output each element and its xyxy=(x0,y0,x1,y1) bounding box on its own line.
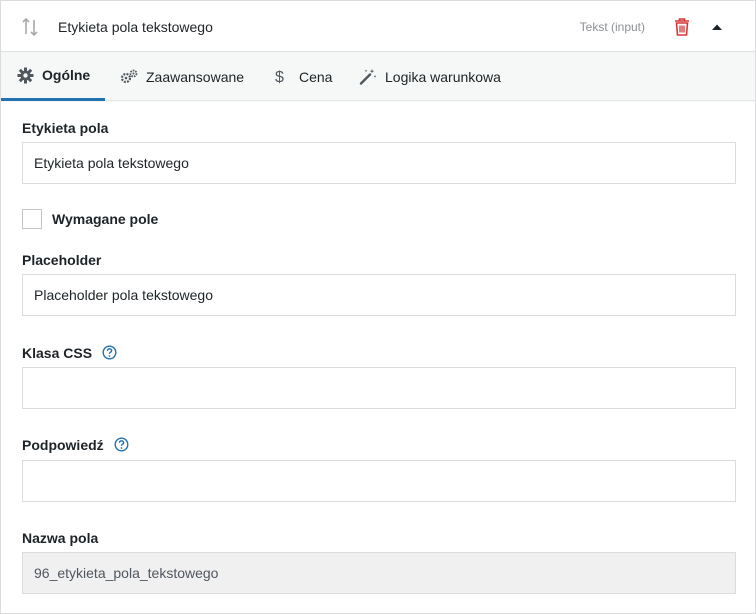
help-icon[interactable] xyxy=(114,437,129,452)
field-type-label: Tekst (input) xyxy=(579,20,645,34)
field-settings-panel: Etykieta pola tekstowego Tekst (input) O… xyxy=(0,0,756,614)
placeholder-input[interactable] xyxy=(22,274,736,316)
dollar-icon: $ xyxy=(275,69,284,85)
css-class-label: Klasa CSS xyxy=(22,345,117,361)
css-class-label-text: Klasa CSS xyxy=(22,345,93,361)
field-header[interactable]: Etykieta pola tekstowego Tekst (input) xyxy=(1,1,755,52)
settings-tabs: Ogólne Zaawansowane $ Cena Logika warunk… xyxy=(1,52,755,101)
field-label-input[interactable] xyxy=(22,142,736,184)
tab-price-label: Cena xyxy=(299,68,333,85)
help-icon[interactable] xyxy=(102,345,117,360)
tab-general[interactable]: Ogólne xyxy=(1,52,105,101)
tab-content-general: Etykieta pola Wymagane pole Placeholder … xyxy=(1,102,755,613)
sort-arrows-icon[interactable] xyxy=(21,17,39,37)
gear-icon xyxy=(17,67,34,83)
hint-label: Podpowiedź xyxy=(22,437,129,453)
hint-label-text: Podpowiedź xyxy=(22,437,104,453)
field-name-label: Nazwa pola xyxy=(22,530,99,546)
css-class-input[interactable] xyxy=(22,367,736,409)
tab-advanced-label: Zaawansowane xyxy=(146,68,245,85)
field-label-label: Etykieta pola xyxy=(22,120,109,136)
hint-input[interactable] xyxy=(22,460,736,502)
required-checkbox[interactable] xyxy=(22,209,42,229)
placeholder-label: Placeholder xyxy=(22,252,102,268)
field-title: Etykieta pola tekstowego xyxy=(58,19,213,35)
magic-wand-icon xyxy=(359,69,377,85)
tab-conditional-logic-label: Logika warunkowa xyxy=(385,68,501,85)
required-checkbox-label[interactable]: Wymagane pole xyxy=(52,211,158,227)
trash-icon[interactable] xyxy=(673,17,691,37)
field-name-input[interactable] xyxy=(22,552,736,594)
caret-up-icon[interactable] xyxy=(711,23,723,31)
tab-conditional-logic[interactable]: Logika warunkowa xyxy=(359,52,501,101)
tab-general-label: Ogólne xyxy=(42,67,91,83)
tab-price[interactable]: $ Cena xyxy=(275,52,332,101)
tab-advanced[interactable]: Zaawansowane xyxy=(120,52,244,101)
svg-text:$: $ xyxy=(275,69,284,85)
gears-icon xyxy=(120,69,138,84)
